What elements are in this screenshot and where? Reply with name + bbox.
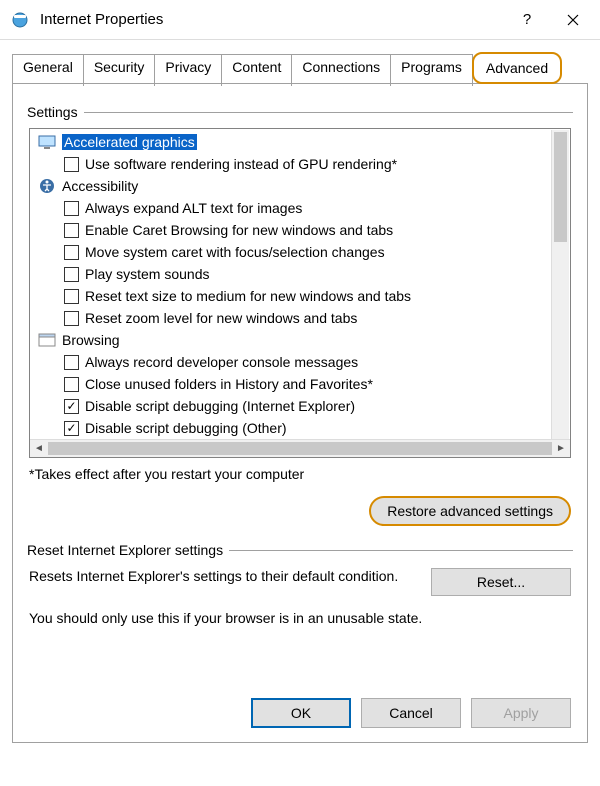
titlebar: Internet Properties ? <box>0 0 600 40</box>
tree-item[interactable]: Always expand ALT text for images <box>36 197 570 219</box>
checkbox[interactable] <box>64 421 79 436</box>
checkbox[interactable] <box>64 267 79 282</box>
checkbox[interactable] <box>64 201 79 216</box>
tree-item-label: Always expand ALT text for images <box>85 200 302 216</box>
ok-button[interactable]: OK <box>251 698 351 728</box>
tree-item-label: Move system caret with focus/selection c… <box>85 244 385 260</box>
tree-category[interactable]: Accelerated graphics <box>36 131 570 153</box>
tree-item[interactable]: Reset zoom level for new windows and tab… <box>36 307 570 329</box>
accessibility-icon <box>38 178 56 194</box>
checkbox[interactable] <box>64 377 79 392</box>
tab-connections[interactable]: Connections <box>291 54 391 86</box>
reset-group: Reset Internet Explorer settings Resets … <box>27 542 573 626</box>
tab-general[interactable]: General <box>12 54 84 86</box>
tree-item-label: Use software rendering instead of GPU re… <box>85 156 397 172</box>
settings-footnote: *Takes effect after you restart your com… <box>29 466 571 482</box>
tree-category[interactable]: Browsing <box>36 329 570 351</box>
dialog-button-row: OK Cancel Apply <box>251 698 571 728</box>
tree-item[interactable]: Disable script debugging (Internet Explo… <box>36 395 570 417</box>
scroll-right-arrow[interactable]: ► <box>552 440 570 458</box>
restore-advanced-button[interactable]: Restore advanced settings <box>369 496 571 526</box>
tab-security[interactable]: Security <box>83 54 156 86</box>
tree-item-label: Enable Caret Browsing for new windows an… <box>85 222 393 238</box>
tree-item-label: Always record developer console messages <box>85 354 358 370</box>
tree-category-label: Accelerated graphics <box>62 134 197 150</box>
close-button[interactable] <box>550 0 596 40</box>
checkbox[interactable] <box>64 157 79 172</box>
tree-item[interactable]: Close unused folders in History and Favo… <box>36 373 570 395</box>
vertical-scrollbar[interactable] <box>551 130 569 439</box>
tree-item-label: Disable script debugging (Other) <box>85 420 287 436</box>
hscroll-thumb[interactable] <box>48 442 552 455</box>
tree-category-label: Browsing <box>62 332 120 348</box>
checkbox[interactable] <box>64 399 79 414</box>
tab-strip: GeneralSecurityPrivacyContentConnections… <box>12 52 588 84</box>
tree-item[interactable]: Always record developer console messages <box>36 351 570 373</box>
checkbox[interactable] <box>64 245 79 260</box>
tree-item[interactable]: Enable Caret Browsing for new windows an… <box>36 219 570 241</box>
checkbox[interactable] <box>64 289 79 304</box>
checkbox[interactable] <box>64 355 79 370</box>
tree-category[interactable]: Accessibility <box>36 175 570 197</box>
window-icon <box>38 332 56 348</box>
window-title: Internet Properties <box>40 11 504 28</box>
tab-advanced[interactable]: Advanced <box>472 52 562 84</box>
settings-tree[interactable]: Accelerated graphics Use software renderi… <box>29 128 571 458</box>
checkbox[interactable] <box>64 223 79 238</box>
reset-button[interactable]: Reset... <box>431 568 571 596</box>
scrollbar-thumb[interactable] <box>554 132 567 242</box>
tree-category-label: Accessibility <box>62 178 138 194</box>
tree-item[interactable]: Reset text size to medium for new window… <box>36 285 570 307</box>
scroll-left-arrow[interactable]: ◄ <box>30 440 48 458</box>
group-divider <box>84 112 573 113</box>
tab-content[interactable]: Content <box>221 54 292 86</box>
tree-item-label: Play system sounds <box>85 266 210 282</box>
tree-item-label: Reset zoom level for new windows and tab… <box>85 310 357 326</box>
reset-description: Resets Internet Explorer's settings to t… <box>29 568 417 584</box>
tab-privacy[interactable]: Privacy <box>154 54 222 86</box>
horizontal-scrollbar[interactable]: ◄ ► <box>30 439 570 457</box>
settings-group-title: Settings <box>27 104 78 120</box>
reset-group-title: Reset Internet Explorer settings <box>27 542 223 558</box>
tree-item[interactable]: Use software rendering instead of GPU re… <box>36 153 570 175</box>
checkbox[interactable] <box>64 311 79 326</box>
tree-item-label: Disable script debugging (Internet Explo… <box>85 398 355 414</box>
reset-warning: You should only use this if your browser… <box>29 610 571 626</box>
tree-item-label: Reset text size to medium for new window… <box>85 288 411 304</box>
cancel-button[interactable]: Cancel <box>361 698 461 728</box>
tree-item-label: Close unused folders in History and Favo… <box>85 376 373 392</box>
tab-programs[interactable]: Programs <box>390 54 473 86</box>
group-divider <box>229 550 573 551</box>
tree-item[interactable]: Play system sounds <box>36 263 570 285</box>
settings-group: Settings Accelerated graphics Use softwar… <box>27 104 573 526</box>
tree-item[interactable]: Disable script debugging (Other) <box>36 417 570 439</box>
monitor-icon <box>38 134 56 150</box>
tree-item[interactable]: Move system caret with focus/selection c… <box>36 241 570 263</box>
app-icon <box>10 10 30 30</box>
tab-pane-advanced: Settings Accelerated graphics Use softwar… <box>12 83 588 743</box>
apply-button[interactable]: Apply <box>471 698 571 728</box>
help-button[interactable]: ? <box>504 0 550 40</box>
